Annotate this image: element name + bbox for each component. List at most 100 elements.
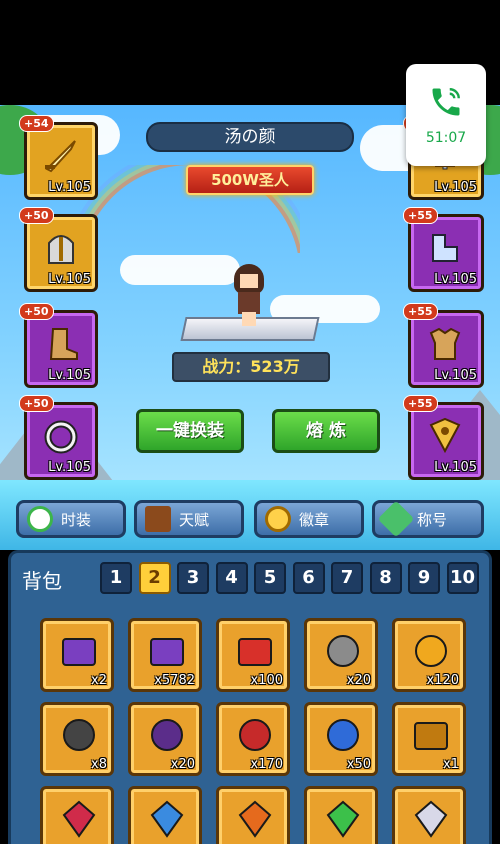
inventory-slot[interactable]: x120 — [392, 618, 466, 692]
emerald-icon — [326, 800, 360, 838]
amber-icon — [238, 800, 272, 838]
equip-slot-ring[interactable]: +50 Lv.105 — [19, 395, 98, 480]
ring-icon — [44, 420, 78, 454]
plus-stone-icon — [63, 719, 95, 751]
enhance-badge: +50 — [19, 395, 54, 412]
enhance-badge: +54 — [19, 115, 54, 132]
equip-slot-amulet[interactable]: +55 Lv.105 — [403, 395, 484, 480]
inventory-slot[interactable] — [304, 786, 378, 844]
page-tab-3[interactable]: 3 — [177, 562, 209, 594]
item-quantity: x20 — [170, 757, 195, 772]
tab-label: 称号 — [417, 510, 448, 529]
title-icon — [377, 500, 415, 538]
equip-level: Lv.105 — [48, 272, 91, 287]
silver-gem-icon — [327, 635, 359, 667]
equip-slot-gloves[interactable]: +55 Lv.105 — [403, 207, 484, 292]
item-quantity: x1 — [443, 757, 459, 772]
diamond-icon — [414, 800, 448, 838]
inventory-slot[interactable]: x8 — [40, 702, 114, 776]
equip-slot-armor[interactable]: +55 Lv.105 — [403, 303, 484, 388]
call-timer: 51:07 — [425, 130, 467, 146]
inventory-slot[interactable]: x20 — [304, 618, 378, 692]
feature-tabs: 时装 天赋 徽章 称号 — [0, 500, 500, 540]
page-tab-6[interactable]: 6 — [292, 562, 325, 594]
gloves-icon — [432, 234, 458, 262]
equip-level: Lv.105 — [48, 460, 91, 475]
tab-title[interactable]: 称号 — [372, 500, 484, 538]
phone-icon — [432, 88, 460, 116]
tab-label: 徽章 — [299, 510, 330, 529]
amulet-icon — [429, 417, 461, 454]
character-sprite[interactable] — [232, 264, 266, 326]
enhance-badge: +55 — [403, 303, 438, 320]
enhance-badge: +55 — [403, 395, 438, 412]
equip-level: Lv.105 — [434, 368, 477, 383]
equip-level: Lv.105 — [48, 180, 91, 195]
item-quantity: x100 — [250, 673, 283, 688]
tab-talent[interactable]: 天赋 — [134, 500, 244, 538]
character-title-badge[interactable]: 500W圣人 — [186, 165, 314, 195]
item-quantity: x20 — [346, 673, 371, 688]
purple-orb-icon — [151, 719, 183, 751]
helmet-icon — [48, 235, 74, 264]
page-tab-7[interactable]: 7 — [331, 562, 363, 594]
inventory-slot[interactable]: x20 — [128, 702, 202, 776]
inventory-slot[interactable]: x50 — [304, 702, 378, 776]
rks-chest-icon — [62, 638, 96, 666]
page-tab-2[interactable]: 2 — [138, 562, 171, 594]
book-icon — [145, 506, 171, 532]
page-tab-5[interactable]: 5 — [254, 562, 286, 594]
item-quantity: x2 — [91, 673, 107, 688]
tab-badge[interactable]: 徽章 — [254, 500, 364, 538]
sword-icon — [45, 140, 76, 173]
equip-level: Lv.105 — [48, 368, 91, 383]
character-name: 汤の颜 — [146, 122, 354, 152]
item-quantity: x120 — [426, 673, 459, 688]
inventory-slot[interactable]: x100 — [216, 618, 290, 692]
inventory-slot[interactable] — [216, 786, 290, 844]
item-quantity: x8 — [91, 757, 107, 772]
gold-box-icon — [414, 722, 448, 750]
cloud — [120, 255, 240, 285]
rks-chest-icon — [150, 638, 184, 666]
equip-level: Lv.105 — [434, 272, 477, 287]
equip-slot-helmet[interactable]: +50 Lv.105 — [19, 207, 98, 292]
inventory-slot[interactable]: x2 — [40, 618, 114, 692]
smelt-button[interactable]: 熔 炼 — [272, 409, 380, 453]
combat-power: 战力：523万 — [172, 352, 330, 382]
page-tab-1[interactable]: 1 — [100, 562, 132, 594]
blue-orb-icon — [327, 719, 359, 751]
page-tab-9[interactable]: 9 — [408, 562, 440, 594]
enhance-badge: +50 — [19, 207, 54, 224]
inventory-slot[interactable]: x5782 — [128, 618, 202, 692]
inventory-slot[interactable]: x1 — [392, 702, 466, 776]
tab-label: 天赋 — [179, 510, 210, 529]
equip-level: Lv.105 — [434, 180, 477, 195]
item-quantity: x5782 — [154, 673, 195, 688]
outfit-icon — [27, 506, 53, 532]
item-quantity: x170 — [250, 757, 283, 772]
enhance-badge: +55 — [403, 207, 438, 224]
inventory-slot[interactable]: x170 — [216, 702, 290, 776]
inventory-title: 背包 — [22, 569, 62, 593]
sapphire-icon — [150, 800, 184, 838]
inventory-slot[interactable] — [392, 786, 466, 844]
equip-level: Lv.105 — [434, 460, 477, 475]
tab-outfit[interactable]: 时装 — [16, 500, 126, 538]
equip-slot-sword[interactable]: +54 Lv.105 — [19, 115, 98, 200]
page-tab-10[interactable]: 10 — [446, 562, 479, 594]
inventory-slot[interactable] — [128, 786, 202, 844]
badge-icon — [265, 506, 291, 532]
enhance-badge: +50 — [19, 303, 54, 320]
page-tab-4[interactable]: 4 — [215, 562, 248, 594]
auto-equip-button[interactable]: 一键换装 — [136, 409, 244, 453]
red-chest-icon — [238, 638, 272, 666]
armor-icon — [429, 327, 461, 360]
inventory-slot[interactable] — [40, 786, 114, 844]
ruby-icon — [62, 800, 96, 838]
page-tab-8[interactable]: 8 — [369, 562, 402, 594]
boots-icon — [49, 328, 78, 360]
gold-emblem-icon — [415, 635, 447, 667]
equip-slot-boots[interactable]: +50 Lv.105 — [19, 303, 98, 388]
call-indicator[interactable]: 51:07 — [406, 64, 486, 166]
